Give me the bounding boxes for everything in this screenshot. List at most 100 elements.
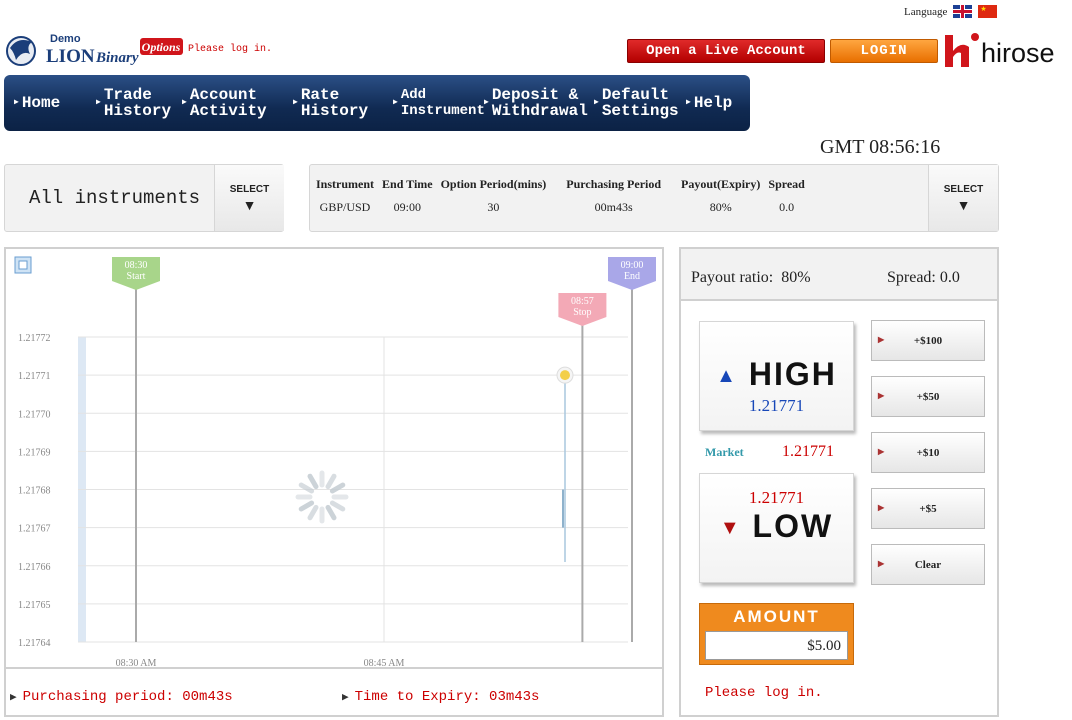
nav-arrow-icon: ▶ (686, 98, 691, 107)
play-icon: ▶ (10, 692, 17, 704)
high-price: 1.21771 (748, 396, 805, 415)
info-header: Purchasing Period (566, 177, 662, 191)
add-50-button[interactable]: ▶ +$50 (871, 376, 985, 417)
nav-home[interactable]: ▶ Home (4, 95, 92, 111)
arrow-right-icon: ▶ (878, 559, 885, 568)
spinner-spoke (307, 504, 319, 521)
nav-arrow-icon: ▶ (182, 98, 187, 107)
marker-label: Start (127, 271, 146, 282)
spinner-spoke (307, 473, 319, 490)
china-flag-icon[interactable] (978, 5, 998, 18)
marker-time: 08:30 (125, 260, 148, 271)
nav-default-settings[interactable]: ▶ Default Settings (590, 87, 682, 119)
info-header: Option Period(mins) (440, 177, 547, 191)
nav-rate-history[interactable]: ▶ Rate History (289, 87, 389, 119)
info-value: 80% (709, 200, 732, 214)
clear-amount-button[interactable]: ▶ Clear (871, 544, 985, 585)
instrument-selector: All instruments SELECT ▼ (4, 164, 284, 232)
high-button[interactable]: ▲ HIGH 1.21771 (699, 321, 854, 431)
login-button[interactable]: LOGIN (830, 39, 938, 63)
amount-input[interactable]: $5.00 (705, 631, 848, 660)
down-arrow-icon: ▼ (242, 196, 257, 213)
down-triangle-icon: ▼ (719, 517, 742, 540)
uk-flag-icon[interactable] (953, 5, 973, 18)
time-to-expiry-status: ▶ Time to Expiry: 03m43s (342, 689, 539, 705)
purchasing-period-text: Purchasing period: 00m43s (22, 689, 233, 705)
arrow-right-icon: ▶ (878, 335, 885, 344)
option-info-panel: Instrument End Time Option Period(mins) … (309, 164, 999, 232)
instrument-select-button[interactable]: SELECT ▼ (214, 165, 284, 231)
info-select-button[interactable]: SELECT ▼ (928, 165, 998, 231)
nav-help[interactable]: ▶ Help (682, 95, 742, 111)
spinner-spoke (298, 500, 315, 512)
y-tick-label: 1.21768 (18, 486, 51, 497)
main-nav: ▶ Home ▶ Trade History ▶ Account Activity ▶… (4, 75, 750, 131)
add-10-button[interactable]: ▶ +$10 (871, 432, 985, 473)
y-tick-label: 1.21772 (18, 333, 51, 344)
y-tick-label: 1.21771 (18, 371, 51, 382)
low-label: LOW (752, 508, 834, 544)
nav-deposit-withdrawal[interactable]: ▶ Deposit & Withdrawal (480, 87, 590, 119)
hirose-text: hirose (981, 38, 1055, 68)
spinner-spoke (329, 482, 346, 494)
nav-trade-history[interactable]: ▶ Trade History (92, 87, 178, 119)
info-value: GBP/USD (319, 200, 371, 214)
nav-deposit-withdrawal-label: Deposit & Withdrawal (491, 86, 588, 120)
trade-login-message: Please log in. (705, 685, 823, 701)
info-header: Spread (768, 177, 805, 191)
up-triangle-icon: ▲ (716, 365, 738, 388)
current-price-point (560, 370, 570, 381)
arrow-right-icon: ▶ (878, 503, 885, 512)
nav-rate-history-label: Rate History (300, 86, 369, 120)
amount-button-label: +$50 (916, 390, 940, 403)
nav-arrow-icon: ▶ (293, 98, 298, 107)
market-label: Market (705, 445, 744, 459)
select-label: SELECT (943, 183, 984, 195)
y-tick-label: 1.21766 (18, 562, 51, 573)
marker-label: Stop (573, 307, 591, 318)
amount-button-label: +$10 (916, 446, 940, 459)
amount-label: AMOUNT (733, 607, 820, 626)
lion-logo: Demo LION Binary Options (6, 33, 183, 67)
language-label: Language (904, 5, 948, 18)
y-tick-label: 1.21765 (18, 600, 51, 611)
nav-account-activity-label: Account Activity (189, 86, 267, 120)
option-info-table: Instrument End Time Option Period(mins) … (314, 177, 811, 215)
high-label: HIGH (748, 356, 837, 392)
add-5-button[interactable]: ▶ +$5 (871, 488, 985, 529)
rate-chart-svg: 1.21772 1.21771 1.21770 1.21769 1.21768 1.217… (14, 256, 656, 667)
x-tick-label: 08:30 AM (116, 658, 157, 667)
add-100-button[interactable]: ▶ +$100 (871, 320, 985, 361)
info-value: 00m43s (594, 200, 633, 214)
amount-box: AMOUNT $5.00 (699, 603, 854, 665)
logo-options-text: Options (142, 40, 181, 54)
rate-chart: 1.21772 1.21771 1.21770 1.21769 1.21768 1.217… (4, 247, 664, 717)
high-label-wrap: ▲ HIGH (700, 356, 853, 393)
amount-button-label: +$5 (919, 502, 937, 515)
time-to-expiry-text: Time to Expiry: 03m43s (354, 689, 540, 705)
play-icon: ▶ (342, 692, 349, 704)
nav-default-settings-label: Default Settings (601, 86, 679, 120)
y-tick-label: 1.21770 (18, 409, 51, 420)
nav-help-label: Help (693, 94, 733, 112)
gmt-clock: GMT 08:56:16 (820, 136, 941, 158)
language-selector: Language (904, 5, 998, 18)
nav-arrow-icon: ▶ (484, 98, 489, 107)
market-price: 1.21771 (782, 443, 834, 460)
info-value: 0.0 (779, 200, 795, 214)
spread-value: Spread: 0.0 (887, 269, 960, 286)
info-value: 30 (487, 200, 500, 214)
logo-binary-text: Binary (95, 50, 139, 66)
amount-button-label: Clear (914, 558, 942, 571)
open-live-account-button[interactable]: Open a Live Account (627, 39, 825, 63)
info-header: End Time (382, 177, 433, 191)
chart-toggle-inner-icon (18, 260, 28, 270)
spinner-spoke (325, 473, 337, 490)
y-tick-label: 1.21767 (18, 524, 51, 535)
nav-account-activity[interactable]: ▶ Account Activity (178, 87, 289, 119)
low-price: 1.21771 (748, 488, 805, 507)
nav-add-instrument[interactable]: ▶ Add Instrument (389, 87, 485, 119)
nav-trade-history-label: Trade History (103, 86, 172, 120)
low-button[interactable]: 1.21771 ▼ LOW (699, 473, 854, 583)
purchasing-period-status: ▶ Purchasing period: 00m43s (10, 689, 233, 705)
